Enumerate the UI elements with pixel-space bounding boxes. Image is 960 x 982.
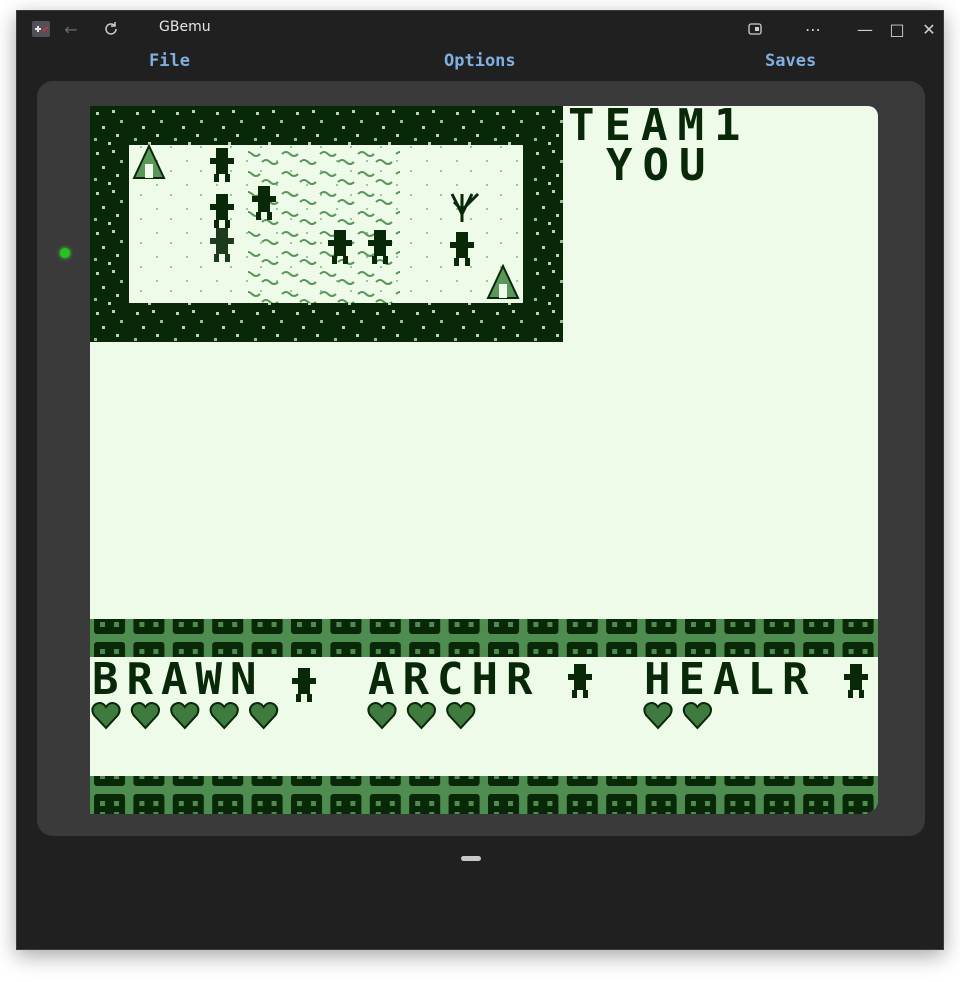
heart-icon [367,702,397,729]
unit-name: BRAWN [92,654,264,705]
menu-bar: File Options Saves [17,47,943,77]
unit-healr[interactable]: HEALR [644,654,868,705]
unit-sprite [292,668,316,702]
map-river [248,148,400,303]
menu-saves[interactable]: Saves [765,51,816,71]
more-options-icon[interactable]: ⋯ [803,19,823,39]
heart-icon [249,702,279,729]
minimize-button[interactable]: — [855,19,875,39]
hud-border-top [90,619,878,657]
heart-icon [91,702,121,729]
unit-name: ARCHR [368,654,540,705]
back-arrow-icon[interactable]: ← [61,19,81,39]
player-label: YOU [606,140,715,191]
heart-icon [170,702,200,729]
menu-file[interactable]: File [149,51,190,71]
heart-icon [406,702,436,729]
battle-map[interactable] [90,106,563,342]
heart-icon [446,702,476,729]
heart-icon [209,702,239,729]
cast-icon[interactable] [745,19,765,39]
game-screen[interactable]: TEAM1 YOU BRAWN ARCHR HEALR [90,106,878,814]
refresh-icon[interactable] [101,19,121,39]
hud-border-bottom [90,776,878,814]
unit-archr[interactable]: ARCHR [368,654,592,705]
close-button[interactable]: ✕ [919,19,939,39]
resize-handle[interactable] [461,856,481,861]
device-bezel: TEAM1 YOU BRAWN ARCHR HEALR [37,81,925,836]
hearts-layer [91,702,712,729]
unit-sprite [568,664,592,698]
unit-name: HEALR [644,654,816,705]
app-icon [31,19,51,39]
title-bar: ← GBemu ⋯ — □ ✕ [17,11,943,47]
maximize-button[interactable]: □ [887,19,907,39]
emulator-window: ← GBemu ⋯ — □ ✕ File Options Saves TEAM1… [16,10,944,950]
window-title: GBemu [159,19,211,35]
menu-options[interactable]: Options [444,51,516,71]
unit-brawn[interactable]: BRAWN [92,654,316,705]
heart-icon [130,702,160,729]
heart-icon [682,702,712,729]
heart-icon [643,702,673,729]
unit-sprite [844,664,868,698]
power-led [60,248,70,258]
